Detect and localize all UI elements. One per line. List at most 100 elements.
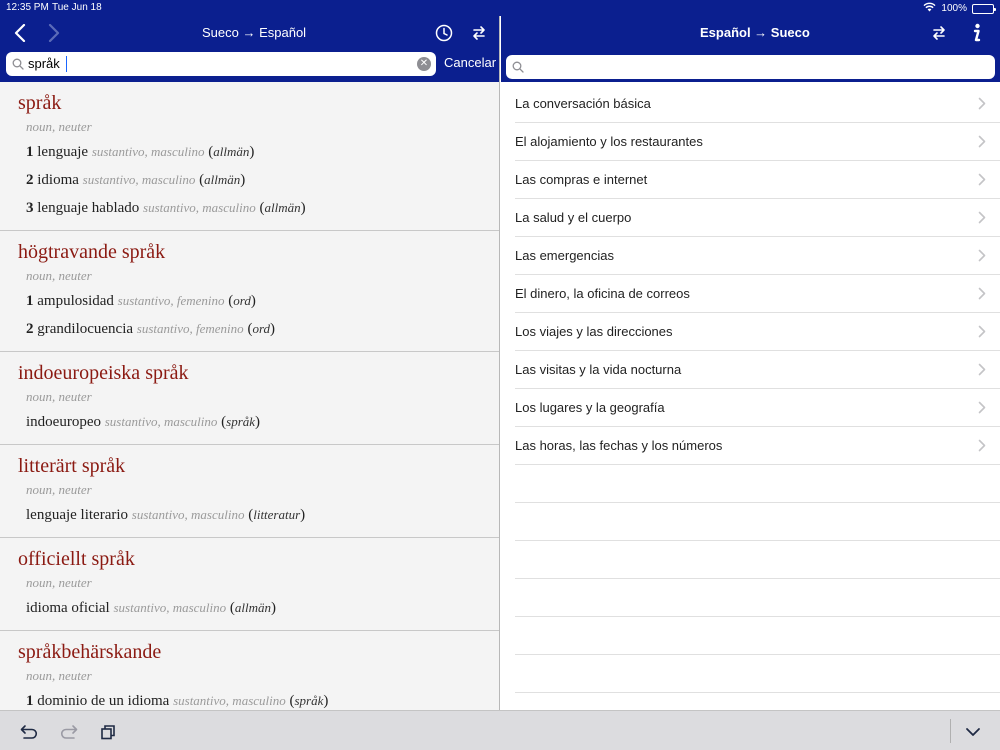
sense-number: 1 [26,293,34,309]
topic-row[interactable]: Las horas, las fechas y los números [515,427,1000,465]
chevron-right-icon [978,249,986,267]
cancel-button[interactable]: Cancelar [444,55,496,70]
sense-translation: idioma oficial [26,600,110,616]
search-icon [12,57,24,75]
chevron-down-icon[interactable] [962,721,984,743]
empty-row [515,655,1000,693]
result-entry[interactable]: indoeuropeiska språk noun, neuter indoeuro… [0,352,499,445]
topic-label: El alojamiento y los restaurantes [515,134,703,149]
entry-sense[interactable]: lenguaje literario sustantivo, masculino… [26,501,499,529]
sense-number: 1 [26,693,34,709]
left-title: Sueco → Español [202,25,307,40]
entry-headword: litterärt språk [18,455,126,477]
result-entry[interactable]: litterärt språk noun, neuter lenguaje lite… [0,445,499,538]
topic-label: Las emergencias [515,248,614,263]
back-icon[interactable] [8,21,32,45]
left-search-band: språk ✕ [0,50,499,82]
entry-pos: noun, neuter [26,575,92,590]
topic-label: La salud y el cuerpo [515,210,632,225]
clear-icon[interactable]: ✕ [417,57,431,71]
entry-pos: noun, neuter [26,389,92,404]
topic-row[interactable]: La salud y el cuerpo [515,199,1000,237]
sense-grammar: sustantivo, masculino [131,507,245,522]
sense-grammar: sustantivo, masculino [113,600,227,615]
topic-row[interactable]: Las compras e internet [515,161,1000,199]
bottom-toolbar [0,710,1000,750]
entry-pos: noun, neuter [26,668,92,683]
entry-sense[interactable]: 3 lenguaje hablado sustantivo, masculino… [26,194,499,222]
sense-context: språk [226,414,256,429]
result-entry[interactable]: språkbehärskande noun, neuter 1 dominio de… [0,631,499,710]
entry-sense[interactable]: 1 ampulosidad sustantivo, femenino (ord) [26,287,499,315]
topic-row[interactable]: Los lugares y la geografía [515,389,1000,427]
left-search-input[interactable]: språk ✕ [6,52,436,76]
entry-sense[interactable]: 2 idioma sustantivo, masculino (allmän) [26,166,499,194]
sense-translation: grandilocuencia [37,321,134,337]
entry-sense[interactable]: idioma oficial sustantivo, masculino (al… [26,594,499,622]
empty-row [515,541,1000,579]
topics-list: La conversación básica El alojamiento y l… [501,85,1000,710]
results-list: språk noun, neuter 1 lenguaje sustantivo, … [0,82,499,710]
entry-headword: indoeuropeiska språk [18,362,189,384]
undo-icon[interactable] [18,721,40,743]
result-entry[interactable]: högtravande språk noun, neuter 1 ampulosid… [0,231,499,352]
battery-icon [972,3,996,14]
chevron-right-icon [978,439,986,457]
history-icon[interactable] [432,21,456,45]
wifi-icon [923,2,936,15]
topic-row[interactable]: El alojamiento y los restaurantes [515,123,1000,161]
sense-translation: ampulosidad [37,293,114,309]
topic-label: El dinero, la oficina de correos [515,286,690,301]
sense-context: språk [294,693,324,708]
status-date: Tue Jun 18 [52,2,102,13]
sense-context: ord [233,293,251,308]
result-entry[interactable]: språk noun, neuter 1 lenguaje sustantivo, … [0,82,499,231]
forward-icon[interactable] [42,21,66,45]
chevron-right-icon [978,173,986,191]
topic-row[interactable]: Las visitas y la vida nocturna [515,351,1000,389]
entry-sense[interactable]: 2 grandilocuencia sustantivo, femenino (… [26,315,499,343]
sense-number: 2 [26,321,34,337]
right-search-input[interactable] [506,55,995,79]
sense-grammar: sustantivo, masculino [91,144,205,159]
chevron-right-icon [978,325,986,343]
topic-label: Los viajes y las direcciones [515,324,673,339]
topic-row[interactable]: La conversación básica [515,85,1000,123]
sense-context: allmän [234,600,272,615]
entry-sense[interactable]: 1 dominio de un idioma sustantivo, mascu… [26,687,499,710]
sense-grammar: sustantivo, femenino [136,321,244,336]
topic-row[interactable]: Los viajes y las direcciones [515,313,1000,351]
chevron-right-icon [978,211,986,229]
entry-sense[interactable]: indoeuropeo sustantivo, masculino (språk… [26,408,499,436]
topic-row[interactable]: Las emergencias [515,237,1000,275]
empty-row [515,693,1000,710]
status-time: 12:35 PM [6,2,49,13]
entry-pos: noun, neuter [26,482,92,497]
empty-row [515,617,1000,655]
swap-icon[interactable] [927,21,951,45]
right-pane: Español → Sueco La conversación básica El… [501,16,1000,710]
entry-sense[interactable]: 1 lenguaje sustantivo, masculino (allmän… [26,138,499,166]
empty-row [515,465,1000,503]
topic-row[interactable]: El dinero, la oficina de correos [515,275,1000,313]
swap-icon[interactable] [467,21,491,45]
copy-icon[interactable] [97,721,119,743]
sense-context: allmän [204,172,241,187]
sense-grammar: sustantivo, femenino [117,293,225,308]
entry-pos: noun, neuter [26,119,92,134]
sense-context: ord [252,321,271,336]
info-icon[interactable] [964,21,988,45]
left-pane: Sueco → Español språk ✕ Cancelar språk no… [0,16,500,710]
topic-label: Las visitas y la vida nocturna [515,362,682,377]
sense-number: 3 [26,200,34,216]
result-entry[interactable]: officiellt språk noun, neuter idioma ofici… [0,538,499,631]
sense-translation: lenguaje [37,144,89,160]
text-caret [66,56,67,72]
status-bar: 12:35 PM Tue Jun 18 100% [0,0,1000,16]
right-search-band [501,50,1000,82]
redo-icon[interactable] [58,721,80,743]
sense-translation: lenguaje literario [26,507,129,523]
right-title: Español → Sueco [700,25,810,40]
search-value: språk [28,56,60,71]
sense-number: 2 [26,172,34,188]
